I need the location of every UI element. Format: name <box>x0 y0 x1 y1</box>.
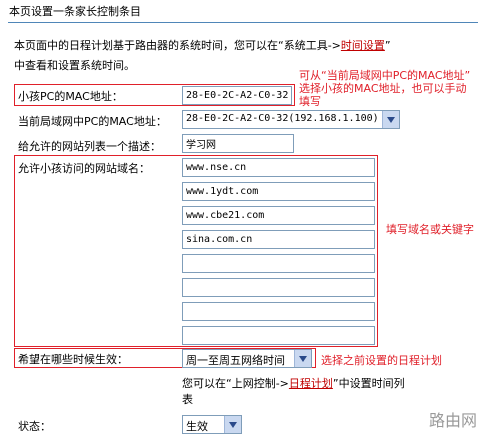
page-title: 本页设置一条家长控制条目 <box>9 5 141 18</box>
mac-note-line3: 填写 <box>299 95 321 108</box>
lan-mac-select[interactable]: 28-E0-2C-A2-C0-32(192.168.1.100) <box>182 110 400 129</box>
domain-input-5[interactable] <box>182 254 375 273</box>
title-divider <box>8 22 478 23</box>
schedule-label: 希望在哪些时候生效： <box>18 353 128 366</box>
schedule-hint: 您可以在“上网控制->日程计划”中设置时间列 表 <box>182 376 405 408</box>
status-label: 状态： <box>18 420 51 433</box>
lan-mac-select-value: 28-E0-2C-A2-C0-32(192.168.1.100) <box>186 113 379 124</box>
schedule-hint-line2: 表 <box>182 393 193 406</box>
desc-text-end: ” <box>384 39 391 52</box>
lan-mac-label: 当前局域网中PC的MAC地址： <box>18 115 167 128</box>
domain-note: 填写域名或关键字 <box>386 223 474 236</box>
watermark: 路由网 <box>428 411 477 430</box>
status-select-value: 生效 <box>186 420 208 433</box>
chevron-down-icon[interactable] <box>294 350 311 367</box>
domain-input-3[interactable] <box>182 206 375 225</box>
list-desc-input[interactable] <box>182 134 294 153</box>
schedule-hint-text: 您可以在“上网控制-> <box>182 377 289 390</box>
schedule-select-value: 周一至周五网络时间 <box>186 354 285 367</box>
domain-input-4[interactable] <box>182 230 375 249</box>
schedule-plan-link[interactable]: 日程计划 <box>289 377 333 390</box>
list-desc-label: 给允许的网站列表一个描述： <box>18 140 161 153</box>
schedule-hint-text-end: ”中设置时间列 <box>332 377 405 390</box>
mac-note-line2: 选择小孩的MAC地址，也可以手动 <box>299 82 467 95</box>
domain-input-2[interactable] <box>182 182 375 201</box>
schedule-select[interactable]: 周一至周五网络时间 <box>182 349 312 368</box>
chevron-down-icon[interactable] <box>224 416 241 433</box>
child-mac-label: 小孩PC的MAC地址： <box>18 90 123 103</box>
domain-input-8[interactable] <box>182 326 375 345</box>
chevron-down-icon[interactable] <box>382 111 399 128</box>
time-settings-link[interactable]: 时间设置 <box>341 39 385 52</box>
child-mac-input[interactable] <box>182 86 292 105</box>
domain-input-6[interactable] <box>182 278 375 297</box>
mac-note: 可从“当前局域网中PC的MAC地址” 选择小孩的MAC地址，也可以手动 填写 <box>299 69 470 108</box>
schedule-note: 选择之前设置的日程计划 <box>321 354 442 367</box>
mac-note-line1: 可从“当前局域网中PC的MAC地址” <box>299 69 471 82</box>
domain-input-1[interactable] <box>182 158 375 177</box>
allowed-domains-label: 允许小孩访问的网站域名： <box>18 162 150 175</box>
domain-input-7[interactable] <box>182 302 375 321</box>
status-select[interactable]: 生效 <box>182 415 242 434</box>
desc-text: 本页面中的日程计划基于路由器的系统时间，您可以在“系统工具-> <box>14 39 341 52</box>
